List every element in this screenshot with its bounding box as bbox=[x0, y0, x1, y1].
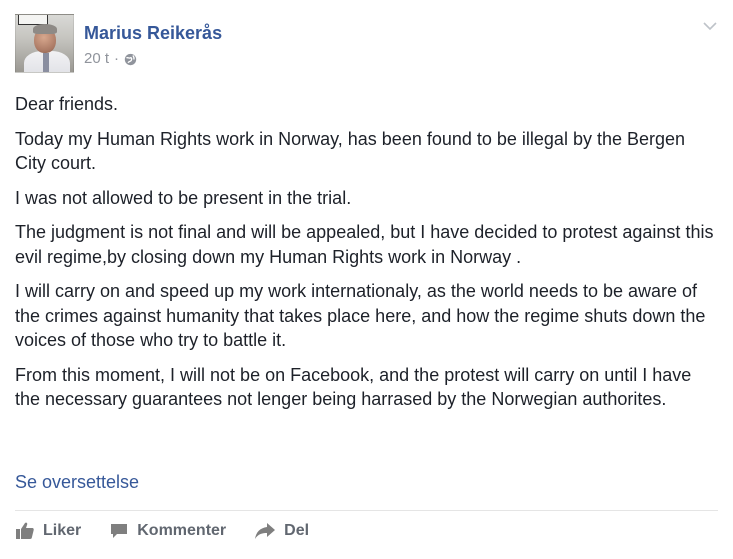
author-name-link[interactable]: Marius Reikerås bbox=[84, 22, 222, 44]
post-paragraph: I was not allowed to be present in the t… bbox=[15, 187, 352, 208]
post-paragraph: Dear friends. bbox=[15, 94, 119, 114]
avatar-tie bbox=[43, 53, 49, 72]
post-body: Dear friends. Today my Human Rights work… bbox=[15, 92, 715, 422]
meta-separator: · bbox=[114, 50, 120, 67]
post-paragraph: The judgment is not final and will be ap… bbox=[15, 222, 714, 267]
share-label: Del bbox=[284, 522, 310, 539]
post-timestamp[interactable]: 20 t bbox=[84, 50, 109, 68]
chevron-down-icon[interactable] bbox=[701, 17, 719, 35]
thumbs-up-icon bbox=[16, 522, 34, 539]
post-card: Marius Reikerås 20 t · Dear friends. Tod… bbox=[0, 0, 733, 559]
like-label: Liker bbox=[43, 522, 82, 539]
post-paragraph: Today my Human Rights work in Norway, ha… bbox=[15, 128, 686, 174]
comment-label: Kommenter bbox=[137, 522, 227, 539]
share-button[interactable]: Del bbox=[254, 522, 309, 540]
post-paragraph: I will carry on and speed up my work int… bbox=[15, 281, 706, 350]
post-meta: 20 t · bbox=[84, 50, 222, 68]
avatar-hair bbox=[33, 24, 57, 34]
divider bbox=[15, 510, 718, 511]
comment-button[interactable]: Kommenter bbox=[109, 522, 226, 540]
share-arrow-icon bbox=[255, 523, 276, 539]
post-header: Marius Reikerås 20 t · bbox=[15, 14, 222, 73]
globe-icon[interactable] bbox=[124, 53, 137, 66]
like-button[interactable]: Liker bbox=[15, 522, 81, 540]
see-translation-link[interactable]: Se oversettelse bbox=[15, 470, 139, 494]
comment-icon bbox=[111, 524, 128, 538]
author-block: Marius Reikerås 20 t · bbox=[84, 14, 222, 68]
action-bar: Liker Kommenter Del bbox=[15, 522, 337, 540]
post-paragraph: From this moment, I will not be on Faceb… bbox=[15, 364, 692, 410]
avatar[interactable] bbox=[15, 14, 74, 73]
